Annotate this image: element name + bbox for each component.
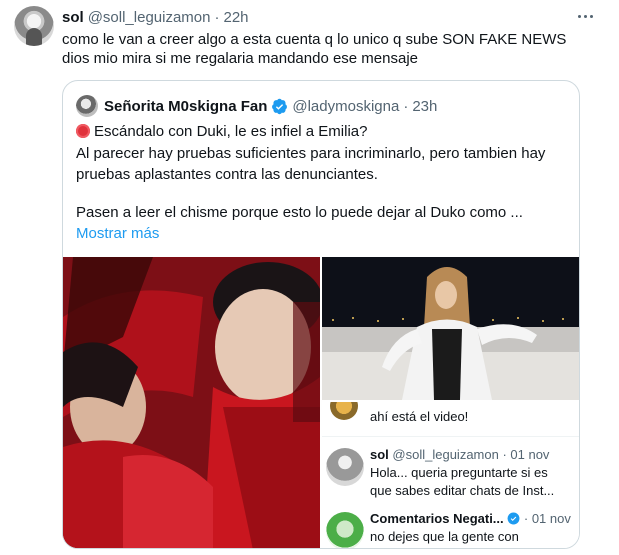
show-more-link[interactable]: Mostrar más	[76, 223, 571, 245]
chat-line: ahí está el video!	[370, 409, 469, 424]
verified-badge-icon	[507, 512, 520, 525]
quoted-author-handle[interactable]: @ladymoskigna	[292, 98, 399, 115]
chat-row: Comentarios Negati... · 01 nov no dejes …	[322, 506, 579, 548]
chat-name: sol	[370, 447, 389, 462]
verified-badge-icon	[272, 98, 288, 114]
quoted-header: Señorita M0skigna Fan @ladymoskigna · 23…	[104, 95, 437, 117]
photo-rooftop-art	[322, 257, 579, 400]
chat-avatar	[330, 402, 358, 420]
tweet-header: sol @soll_leguizamon · 22h	[62, 7, 249, 27]
chat-name: Comentarios Negati...	[370, 511, 504, 526]
separator: ·	[214, 8, 220, 26]
author-handle[interactable]: @soll_leguizamon	[88, 9, 211, 26]
chat-line: Hola... queria preguntarte si es	[370, 465, 548, 480]
tweet[interactable]: sol @soll_leguizamon · 22h como le van a…	[0, 0, 619, 555]
quoted-author-name[interactable]: Señorita M0skigna Fan	[104, 98, 267, 115]
media-grid: ahí está el video! sol @soll_leguizamon …	[63, 257, 579, 548]
quoted-timestamp[interactable]: 23h	[412, 98, 437, 115]
chat-header: Comentarios Negati... · 01 nov	[370, 510, 571, 528]
chat-avatar	[326, 512, 364, 548]
more-icon[interactable]	[575, 8, 595, 24]
quoted-text-line: Al parecer hay pruebas suficientes para …	[76, 144, 546, 162]
photo-couple-art	[63, 257, 320, 548]
quoted-text-line: Pasen a leer el chisme porque esto lo pu…	[76, 203, 523, 221]
quoted-text: Escándalo con Duki, le es infiel a Emili…	[76, 121, 571, 245]
avatar[interactable]	[14, 6, 54, 46]
tweet-text: como le van a creer algo a esta cuenta q…	[62, 30, 582, 68]
chat-date: · 01 nov	[523, 511, 571, 526]
chat-handle: @soll_leguizamon · 01 nov	[392, 447, 550, 462]
chat-avatar	[326, 448, 364, 486]
chat-line: que sabes editar chats de Inst...	[370, 483, 555, 498]
photo-chat-screenshot[interactable]: ahí está el video! sol @soll_leguizamon …	[322, 402, 579, 548]
tweet-text-line: dios mio mira si me regalaria mandando e…	[62, 50, 419, 67]
photo-couple[interactable]	[63, 257, 320, 548]
author-name[interactable]: sol	[62, 9, 84, 26]
photo-rooftop[interactable]	[322, 257, 579, 400]
tweet-text-line: como le van a creer algo a esta cuenta q…	[62, 31, 567, 48]
red-circle-emoji-icon	[76, 124, 90, 138]
chat-row-partial: ahí está el video!	[322, 402, 579, 432]
quoted-avatar[interactable]	[76, 95, 98, 117]
quoted-headline: Escándalo con Duki, le es infiel a Emili…	[94, 123, 368, 140]
separator: ·	[403, 97, 409, 115]
divider	[322, 436, 579, 437]
quoted-text-line: Escándalo con Duki, le es infiel a Emili…	[76, 121, 571, 143]
chat-row: sol @soll_leguizamon · 01 nov Hola... qu…	[322, 442, 579, 498]
chat-header: sol @soll_leguizamon · 01 nov	[370, 446, 549, 464]
quoted-text-line: pruebas aplastantes contra las denuncian…	[76, 166, 378, 183]
quoted-tweet[interactable]: Señorita M0skigna Fan @ladymoskigna · 23…	[62, 80, 580, 549]
timestamp[interactable]: 22h	[223, 9, 248, 26]
chat-line: no dejes que la gente con	[370, 529, 519, 544]
